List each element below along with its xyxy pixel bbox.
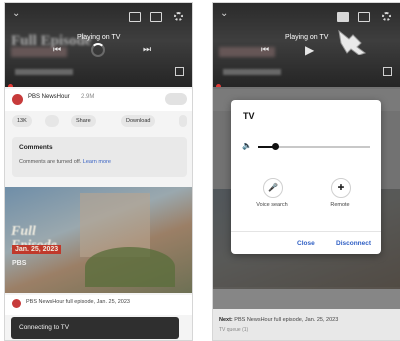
- chevron-down-icon[interactable]: ⌄: [12, 9, 20, 19]
- tv-cast-dialog: TV 🔈 🎤 Voice search ✚ Remote Close Disco…: [231, 100, 381, 254]
- next-video-avatar: [12, 299, 21, 308]
- up-next-prefix: Next:: [219, 317, 233, 323]
- video-player[interactable]: ⌄ Full Episode Playing on TV ⏮ ⏭: [5, 3, 192, 87]
- channel-avatar[interactable]: [12, 94, 23, 105]
- mic-icon: 🎤: [268, 183, 278, 192]
- up-next-bar[interactable]: Next: PBS NewsHour full episode, Jan. 25…: [213, 309, 400, 340]
- comments-title: Comments: [19, 144, 53, 151]
- comments-disabled-text: Comments are turned off. Learn more: [19, 159, 111, 165]
- thumbnail-date: Jan. 25, 2023: [12, 245, 62, 254]
- cast-icon[interactable]: [337, 12, 349, 22]
- toast-text: Connecting to TV: [19, 324, 70, 331]
- progress-scrubber[interactable]: [8, 84, 13, 87]
- volume-slider[interactable]: [258, 143, 370, 150]
- fullscreen-icon[interactable]: [383, 67, 392, 76]
- subscriber-count: 2.9M: [81, 94, 95, 100]
- hand-pointer-icon: [338, 29, 367, 55]
- skip-previous-icon[interactable]: ⏮: [261, 44, 269, 55]
- disconnect-button[interactable]: Disconnect: [336, 240, 371, 247]
- tv-queue-count: TV queue (1): [219, 327, 249, 333]
- cast-icon[interactable]: [129, 12, 141, 22]
- comments-section[interactable]: Comments Comments are turned off. Learn …: [12, 137, 187, 177]
- skip-previous-icon[interactable]: ⏮: [53, 44, 61, 55]
- thumbnail-logo: PBS: [12, 260, 27, 267]
- voice-search-label: Voice search: [256, 202, 288, 208]
- time-readout: [223, 69, 281, 75]
- thumbnail-plant-shape: [85, 247, 175, 287]
- remote-dpad-icon: ✚: [337, 183, 345, 192]
- playing-on-tv-label: Playing on TV: [285, 34, 329, 41]
- like-button[interactable]: 13K: [12, 115, 32, 127]
- captions-icon[interactable]: [150, 12, 162, 22]
- dislike-button[interactable]: [45, 115, 59, 127]
- captions-icon[interactable]: [358, 12, 370, 22]
- more-actions-button[interactable]: [179, 115, 187, 127]
- remote-label: Remote: [330, 202, 350, 208]
- fullscreen-icon[interactable]: [175, 67, 184, 76]
- playing-on-tv-label: Playing on TV: [77, 34, 121, 41]
- phone-screen-left: ⌄ Full Episode Playing on TV ⏮ ⏭ PBS New…: [4, 2, 193, 341]
- download-button[interactable]: Download: [121, 115, 156, 127]
- share-button[interactable]: Share: [71, 115, 96, 127]
- video-thumbnail[interactable]: Full Episode Jan. 25, 2023 PBS: [5, 187, 192, 293]
- subscribe-bell-button[interactable]: [165, 93, 187, 105]
- connecting-toast: Connecting to TV: [11, 317, 179, 339]
- up-next-title: PBS NewsHour full episode, Jan. 25, 2023: [234, 317, 339, 323]
- time-readout: [15, 69, 73, 75]
- dialog-title: TV: [243, 111, 255, 121]
- loading-spinner-icon: [91, 43, 105, 57]
- close-button[interactable]: Close: [297, 240, 315, 247]
- phone-screen-right: ⌄ Playing on TV ⏮ ▶ Next: PBS NewsHour f…: [212, 2, 400, 341]
- comments-disabled-message: Comments are turned off.: [19, 159, 82, 165]
- channel-row[interactable]: PBS NewsHour 2.9M: [5, 89, 192, 111]
- learn-more-link[interactable]: Learn more: [83, 159, 111, 165]
- actions-row: 13K Share Download: [5, 113, 192, 131]
- video-player[interactable]: ⌄ Playing on TV ⏮ ▶: [213, 3, 400, 87]
- play-icon[interactable]: ▶: [305, 43, 314, 57]
- next-video-title[interactable]: PBS NewsHour full episode, Jan. 25, 2023: [26, 299, 130, 305]
- volume-slider-knob[interactable]: [271, 143, 279, 150]
- dialog-divider: [231, 231, 381, 232]
- remote-button[interactable]: ✚: [331, 178, 351, 198]
- volume-icon: 🔈: [242, 141, 252, 150]
- next-video-row[interactable]: PBS NewsHour full episode, Jan. 25, 2023: [5, 295, 192, 315]
- channel-name[interactable]: PBS NewsHour: [28, 94, 70, 100]
- gear-icon[interactable]: [174, 12, 183, 21]
- up-next-label: Next: PBS NewsHour full episode, Jan. 25…: [219, 317, 338, 323]
- gear-icon[interactable]: [382, 12, 391, 21]
- voice-search-button[interactable]: 🎤: [263, 178, 283, 198]
- chevron-down-icon[interactable]: ⌄: [220, 9, 228, 19]
- skip-next-icon[interactable]: ⏭: [143, 44, 151, 55]
